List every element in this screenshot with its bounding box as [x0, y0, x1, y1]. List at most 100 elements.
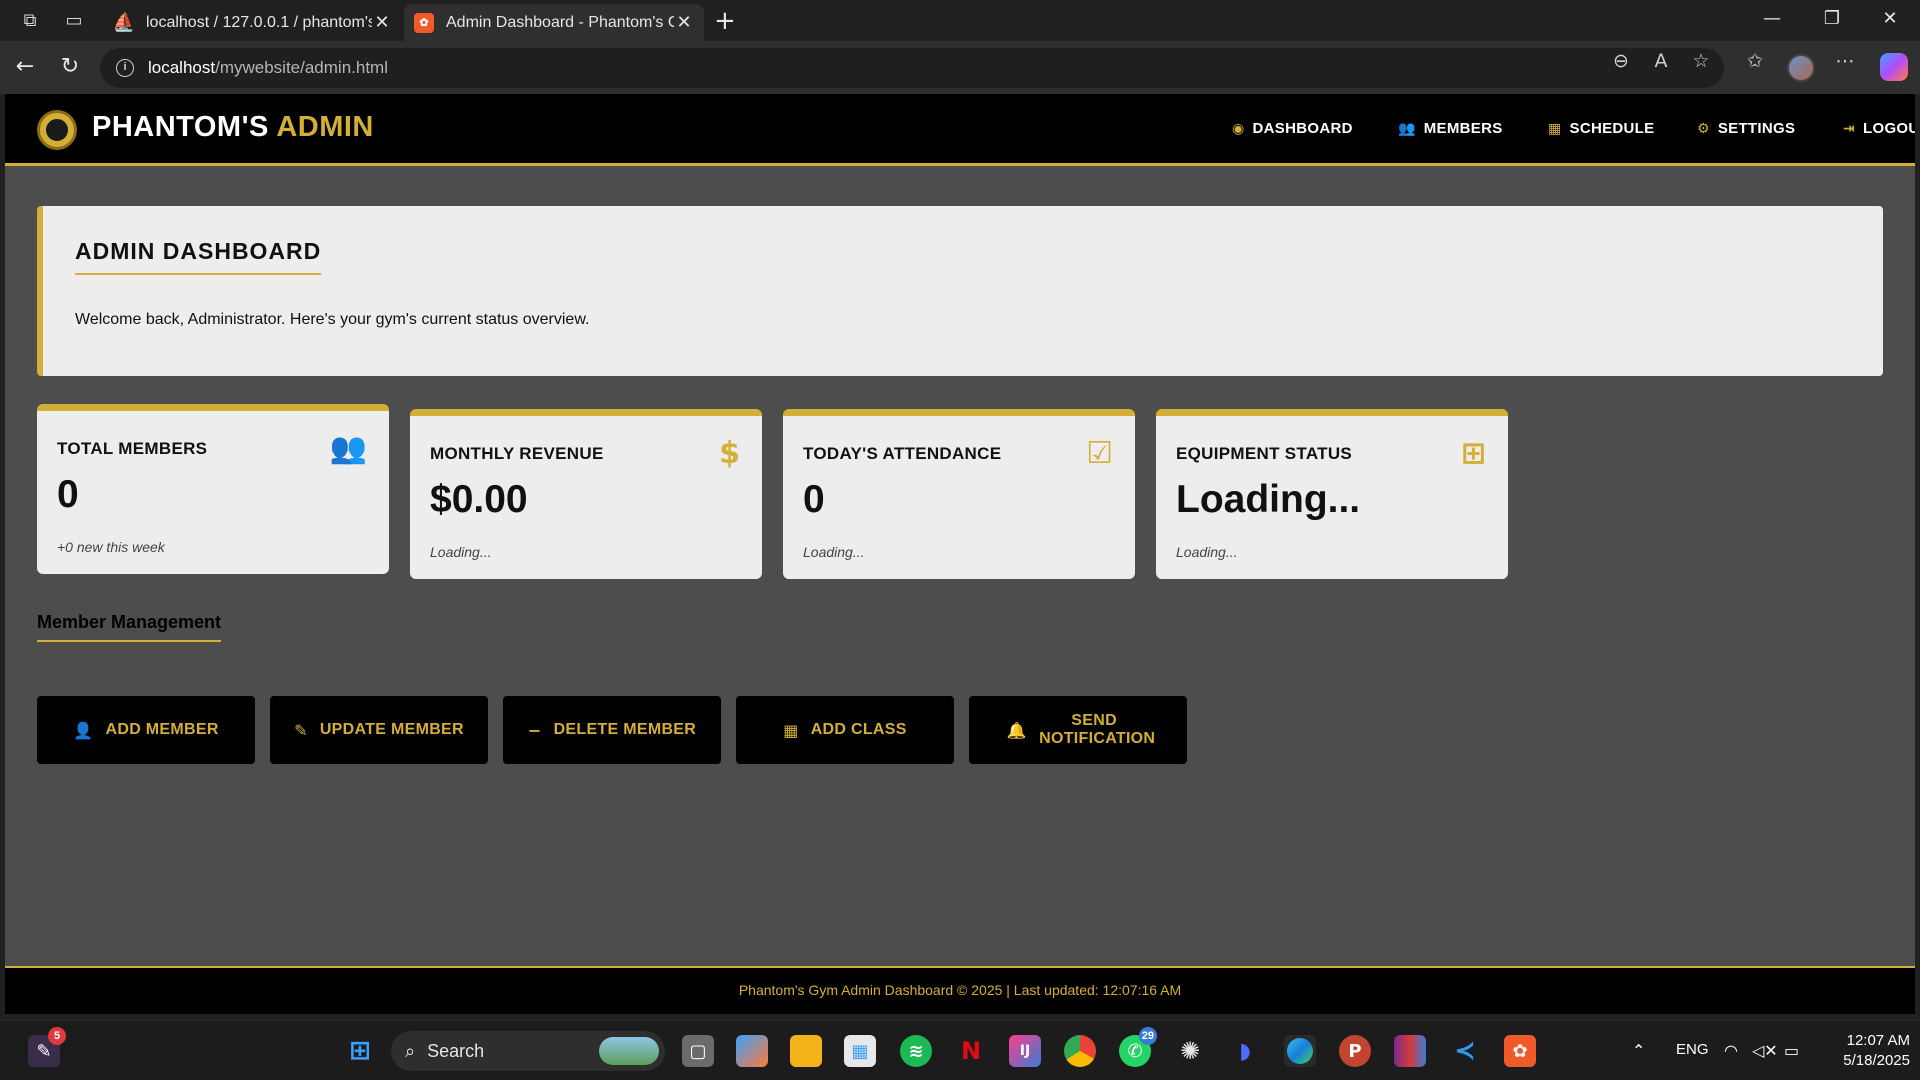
button-label: ADD MEMBER: [105, 721, 219, 738]
taskbar-search[interactable]: ⌕ Search: [391, 1031, 665, 1071]
dollar-icon: $: [719, 436, 740, 471]
section-title-member-management: Member Management: [37, 612, 222, 642]
send-notification-button[interactable]: 🔔 SEND NOTIFICATION: [969, 696, 1187, 764]
minimize-icon[interactable]: —: [1752, 8, 1792, 29]
stat-title: EQUIPMENT STATUS: [1176, 444, 1353, 463]
vertical-tabs-icon[interactable]: ▭: [62, 9, 86, 33]
reload-icon[interactable]: ↻: [55, 54, 85, 79]
favorites-icon[interactable]: ✩: [1740, 50, 1770, 72]
notifications-icon[interactable]: ✎ 5: [28, 1027, 66, 1067]
clock-time: 12:07 AM: [1846, 1032, 1910, 1049]
calendar-icon: ▦: [1548, 120, 1562, 137]
tab-title: localhost / 127.0.0.1 / phantom's: [146, 13, 372, 31]
volume-muted-icon[interactable]: ◁✕: [1752, 1041, 1778, 1060]
nav-schedule[interactable]: ▦ SCHEDULE: [1548, 120, 1654, 137]
chatgpt-icon[interactable]: ✺: [1174, 1035, 1206, 1067]
deepseek-icon[interactable]: ◗: [1229, 1035, 1261, 1067]
brand-suffix: ADMIN: [276, 111, 374, 143]
xampp-taskbar-icon[interactable]: ✿: [1504, 1035, 1536, 1067]
search-label: Search: [427, 1040, 485, 1061]
brand-name: PHANTOM'S: [92, 111, 269, 143]
browser-toolbar: ← ↻ i localhost/mywebsite/admin.html ⊖ A…: [0, 41, 1920, 94]
file-explorer-icon[interactable]: [790, 1035, 822, 1067]
button-label: SEND NOTIFICATION: [1039, 712, 1156, 747]
spotify-icon[interactable]: ≋: [900, 1035, 932, 1067]
search-icon: ⌕: [405, 1040, 416, 1062]
read-aloud-icon[interactable]: A: [1646, 50, 1676, 72]
winrar-icon[interactable]: [1394, 1035, 1426, 1067]
users-icon: 👥: [1398, 120, 1416, 137]
language-indicator[interactable]: ENG: [1676, 1041, 1709, 1058]
whatsapp-icon[interactable]: ✆ 29: [1119, 1027, 1157, 1067]
nav-logout[interactable]: ⇥ LOGOUT: [1843, 120, 1915, 137]
taskbar-clock[interactable]: 12:07 AM 5/18/2025: [1820, 1031, 1910, 1071]
favorite-star-icon[interactable]: ☆: [1686, 50, 1716, 72]
stat-value: Loading...: [1176, 478, 1361, 521]
close-window-icon[interactable]: ✕: [1870, 8, 1910, 29]
close-tab-icon[interactable]: ✕: [674, 12, 694, 33]
url-path: /mywebsite/admin.html: [215, 58, 388, 77]
gauge-icon: ◉: [1232, 120, 1245, 137]
netflix-icon[interactable]: N: [955, 1035, 987, 1067]
powerpoint-icon[interactable]: P: [1339, 1035, 1371, 1067]
wifi-icon[interactable]: ◠: [1724, 1041, 1738, 1060]
stat-title: MONTHLY REVENUE: [430, 444, 604, 463]
stat-card-total-members: TOTAL MEMBERS 👥 0 +0 new this week: [37, 404, 389, 574]
copilot-app-icon[interactable]: [736, 1035, 768, 1067]
microsoft-store-icon[interactable]: ▦: [844, 1035, 876, 1067]
address-bar[interactable]: i localhost/mywebsite/admin.html: [100, 48, 1724, 88]
nav-members[interactable]: 👥 MEMBERS: [1398, 120, 1503, 137]
more-menu-icon[interactable]: ⋯: [1830, 50, 1860, 72]
user-plus-icon: 👤: [73, 720, 94, 740]
stat-title: TODAY'S ATTENDANCE: [803, 444, 1002, 463]
battery-icon[interactable]: ▭: [1784, 1041, 1799, 1060]
windows-start-icon[interactable]: ⊞: [344, 1035, 376, 1067]
add-class-button[interactable]: ▦ ADD CLASS: [736, 696, 954, 764]
close-tab-icon[interactable]: ✕: [372, 12, 392, 33]
update-member-button[interactable]: ✎ UPDATE MEMBER: [270, 696, 488, 764]
workspaces-icon[interactable]: ⧉: [18, 9, 42, 33]
delete-member-button[interactable]: − DELETE MEMBER: [503, 696, 721, 764]
new-tab-icon[interactable]: +: [714, 6, 736, 36]
vscode-icon[interactable]: ≺: [1449, 1035, 1481, 1067]
site-info-icon[interactable]: i: [116, 59, 134, 77]
chrome-icon[interactable]: [1064, 1035, 1096, 1067]
logout-icon: ⇥: [1843, 120, 1856, 137]
edge-icon[interactable]: [1284, 1035, 1316, 1067]
stat-subtext: +0 new this week: [57, 539, 165, 555]
search-highlight-image: [599, 1037, 659, 1065]
nav-settings[interactable]: ⚙ SETTINGS: [1697, 120, 1795, 137]
task-view-icon[interactable]: ▢: [682, 1035, 714, 1067]
copilot-icon[interactable]: [1880, 53, 1908, 81]
clipboard-check-icon: ☑: [1086, 436, 1113, 471]
gym-logo[interactable]: [37, 110, 77, 150]
calendar-plus-icon: ▦: [783, 720, 799, 740]
nav-label: MEMBERS: [1423, 120, 1503, 137]
stat-title: TOTAL MEMBERS: [57, 439, 208, 458]
nav-dashboard[interactable]: ◉ DASHBOARD: [1232, 120, 1353, 137]
button-label: DELETE MEMBER: [553, 721, 697, 738]
whatsapp-badge: 29: [1138, 1027, 1157, 1045]
tab-phpmyadmin[interactable]: ⛵ localhost / 127.0.0.1 / phantom's ✕: [104, 4, 402, 41]
add-member-button[interactable]: 👤 ADD MEMBER: [37, 696, 255, 764]
windows-taskbar: ✎ 5 ⊞ ⌕ Search ▢ ▦ ≋ N IJ ✆ 29 ✺ ◗ P ≺ ✿…: [0, 1020, 1920, 1080]
users-icon: 👥: [329, 431, 367, 466]
zoom-icon[interactable]: ⊖: [1606, 50, 1636, 72]
phpmyadmin-icon: ⛵: [112, 12, 136, 33]
brand-title[interactable]: PHANTOM'S ADMIN: [92, 111, 374, 144]
nav-label: SCHEDULE: [1569, 120, 1655, 137]
page-title: ADMIN DASHBOARD: [75, 238, 322, 275]
page-viewport: PHANTOM'S ADMIN ◉ DASHBOARD 👥 MEMBERS ▦ …: [5, 94, 1915, 1014]
show-hidden-icons-chevron[interactable]: ⌃: [1632, 1041, 1645, 1060]
tab-admin-dashboard[interactable]: ✿ Admin Dashboard - Phantom's Gym ✕: [404, 4, 704, 41]
site-header: PHANTOM'S ADMIN ◉ DASHBOARD 👥 MEMBERS ▦ …: [5, 94, 1915, 166]
intellij-icon[interactable]: IJ: [1009, 1035, 1041, 1067]
profile-avatar[interactable]: [1787, 54, 1815, 82]
stat-subtext: Loading...: [1176, 544, 1238, 560]
xampp-icon: ✿: [414, 12, 434, 33]
restore-icon[interactable]: ❐: [1812, 8, 1852, 29]
back-icon[interactable]: ←: [10, 54, 40, 79]
user-edit-icon: ✎: [294, 720, 308, 740]
browser-tab-bar: ⧉ ▭ ⛵ localhost / 127.0.0.1 / phantom's …: [0, 0, 1920, 41]
notification-badge: 5: [48, 1027, 66, 1045]
